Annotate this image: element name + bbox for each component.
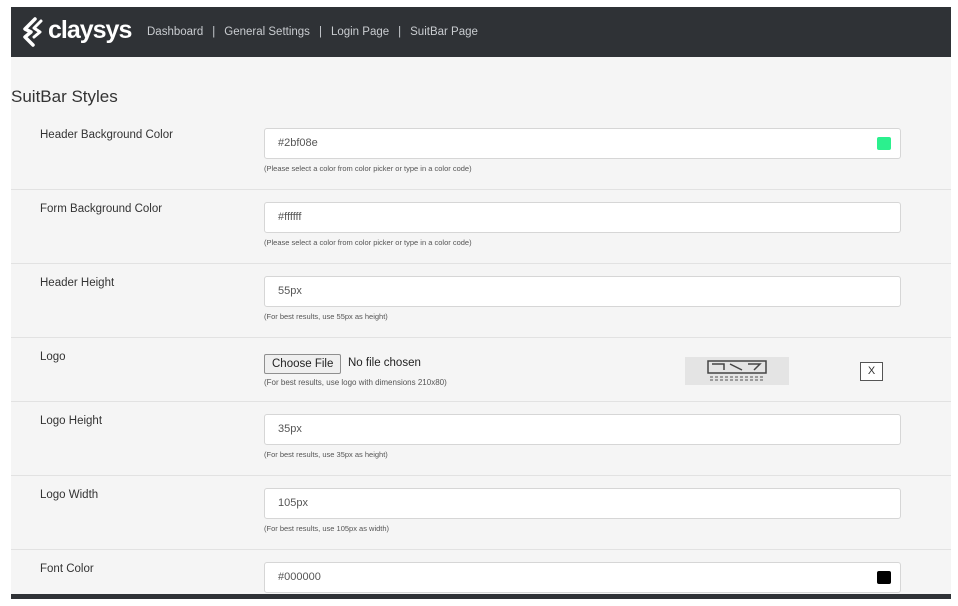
header-height-value: 55px <box>278 285 302 297</box>
header-bg-color-row: Header Background Color #2bf08e (Please … <box>11 118 951 190</box>
nav-suitbar-page[interactable]: SuitBar Page <box>410 26 478 38</box>
header-bg-color-label: Header Background Color <box>40 129 173 141</box>
nav-general-settings[interactable]: General Settings <box>224 26 310 38</box>
header-bg-color-value: #2bf08e <box>278 137 318 149</box>
header-height-hint: (For best results, use 55px as height) <box>264 312 388 321</box>
logo-preview-graphic <box>707 360 767 381</box>
main-nav: Dashboard | General Settings | Login Pag… <box>147 26 478 38</box>
nav-separator: | <box>318 26 322 38</box>
logo-height-hint: (For best results, use 35px as height) <box>264 450 388 459</box>
header-height-label: Header Height <box>40 277 115 289</box>
file-status-text: No file chosen <box>348 357 421 369</box>
header-bg-color-swatch[interactable] <box>877 137 891 150</box>
header-height-input[interactable]: 55px <box>264 276 901 307</box>
form-bg-color-value: #ffffff <box>278 211 302 223</box>
nav-separator: | <box>398 26 402 38</box>
bottom-bar <box>11 594 951 599</box>
logo-label: Logo <box>40 351 66 363</box>
brand-logo[interactable]: claysys <box>21 15 139 47</box>
logo-preview-image <box>685 357 789 385</box>
logo-width-value: 105px <box>278 497 308 509</box>
page-title: SuitBar Styles <box>11 87 118 106</box>
font-color-row: Font Color #000000 <box>11 552 951 595</box>
logo-height-row: Logo Height 35px (For best results, use … <box>11 404 951 476</box>
form-bg-color-label: Form Background Color <box>40 203 163 215</box>
nav-dashboard[interactable]: Dashboard <box>147 26 203 38</box>
remove-logo-button[interactable]: X <box>860 362 883 381</box>
nav-login-page[interactable]: Login Page <box>331 26 389 38</box>
logo-width-label: Logo Width <box>40 489 99 501</box>
header-bg-color-input[interactable]: #2bf08e <box>264 128 901 159</box>
settings-panel: SuitBar Styles Header Background Color #… <box>11 57 951 595</box>
claysys-logo-icon <box>23 17 43 47</box>
logo-height-value: 35px <box>278 423 302 435</box>
font-color-swatch[interactable] <box>877 571 891 584</box>
form-bg-color-input[interactable]: #ffffff <box>264 202 901 233</box>
nav-separator: | <box>212 26 216 38</box>
logo-row: Logo Choose File No file chosen (For bes… <box>11 340 951 402</box>
logo-width-hint: (For best results, use 105px as width) <box>264 524 390 533</box>
logo-hint: (For best results, use logo with dimensi… <box>264 378 447 387</box>
form-bg-color-hint: (Please select a color from color picker… <box>264 238 472 247</box>
font-color-value: #000000 <box>278 571 321 583</box>
logo-width-input[interactable]: 105px <box>264 488 901 519</box>
header-height-row: Header Height 55px (For best results, us… <box>11 266 951 338</box>
header-bg-color-hint: (Please select a color from color picker… <box>264 164 472 173</box>
font-color-input[interactable]: #000000 <box>264 562 901 593</box>
font-color-label: Font Color <box>40 563 94 575</box>
logo-height-label: Logo Height <box>40 415 103 427</box>
brand-name: claysys <box>48 15 132 44</box>
top-navbar: claysys Dashboard | General Settings | L… <box>11 7 951 57</box>
form-bg-color-row: Form Background Color #ffffff (Please se… <box>11 192 951 264</box>
logo-width-row: Logo Width 105px (For best results, use … <box>11 478 951 550</box>
logo-height-input[interactable]: 35px <box>264 414 901 445</box>
choose-file-button[interactable]: Choose File <box>264 354 342 374</box>
